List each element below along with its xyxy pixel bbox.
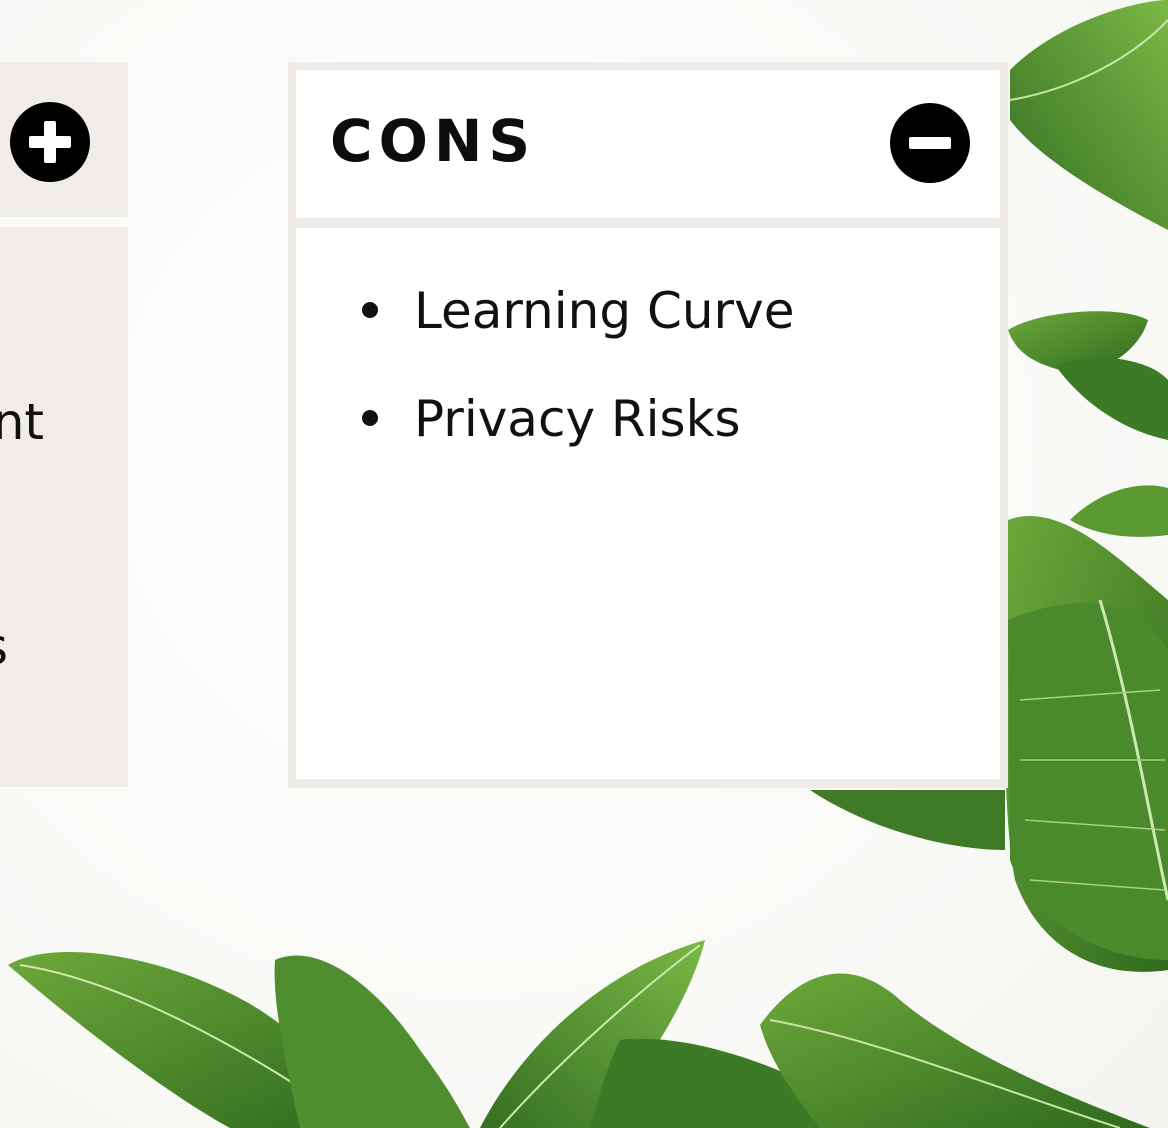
cons-panel: CONS Learning Curve Privacy Risks <box>288 62 1008 788</box>
cons-panel-header: CONS <box>296 70 1000 218</box>
cons-list: Learning Curve Privacy Risks <box>358 286 794 502</box>
cons-title: CONS <box>330 107 537 175</box>
pros-list-item: s <box>0 622 8 672</box>
bullet-icon <box>362 410 378 426</box>
cons-item-label: Learning Curve <box>414 282 795 340</box>
bullet-icon <box>362 302 378 318</box>
minus-circle-icon[interactable] <box>890 103 970 183</box>
pros-panel-header <box>0 62 128 217</box>
plus-circle-icon[interactable] <box>10 102 90 182</box>
cons-panel-body: Learning Curve Privacy Risks <box>296 228 1000 779</box>
pros-list-item: nt <box>0 393 44 451</box>
list-item: Privacy Risks <box>358 394 794 502</box>
cons-item-label: Privacy Risks <box>414 390 741 448</box>
list-item: Learning Curve <box>358 286 794 394</box>
pros-panel-body: nt s <box>0 227 128 787</box>
page: nt s CONS Learning Curve Privacy Risks <box>0 0 1168 1128</box>
